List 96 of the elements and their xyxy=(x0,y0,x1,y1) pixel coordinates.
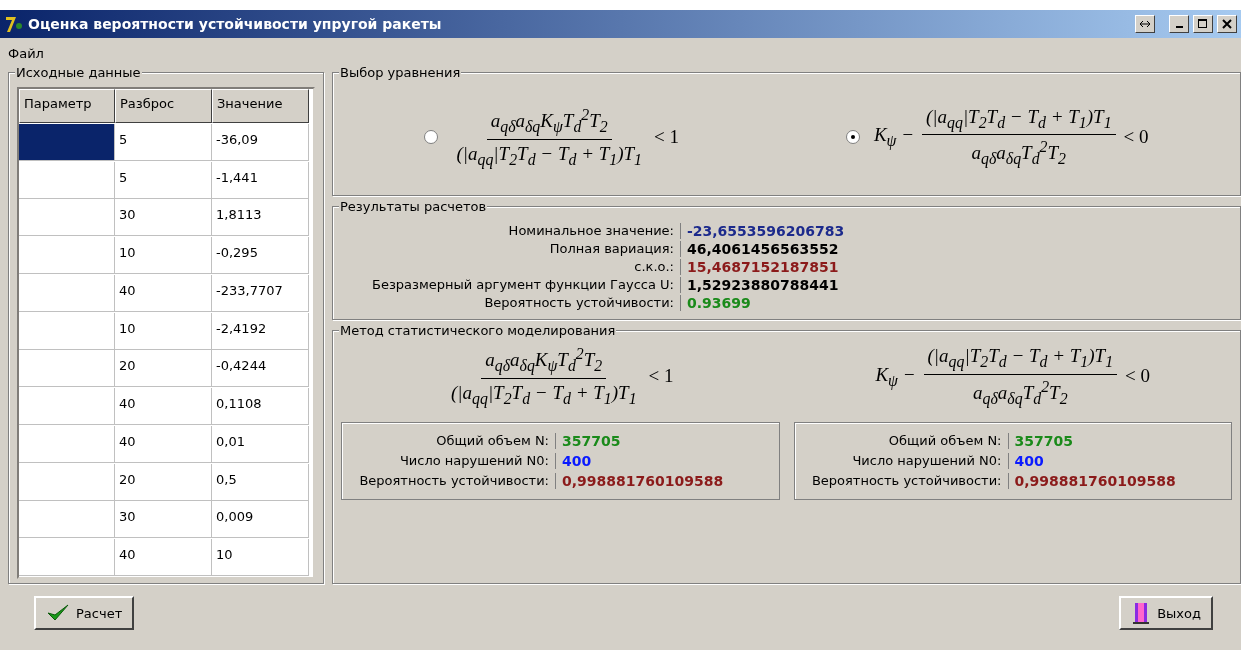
radio-button[interactable] xyxy=(424,130,439,144)
table-cell: 1,8113 xyxy=(212,199,309,237)
result-value: 1,52923880788441 xyxy=(686,277,840,293)
result-label: Общий объем N: xyxy=(346,432,556,449)
result-label: Безразмерный аргумент функции Гаусса U: xyxy=(341,277,681,293)
table-cell: 10 xyxy=(212,539,309,577)
result-value: 0,998881760109588 xyxy=(561,472,725,489)
formula-denominator: a$_{qδ}$a$_{δq}$T$_{d}$$^{2}$T$_{2}$ xyxy=(972,376,1069,408)
table-cell: 0,01 xyxy=(212,425,309,463)
minimize-icon xyxy=(1175,26,1183,28)
column-header[interactable]: Параметр xyxy=(19,89,115,123)
table-cell[interactable] xyxy=(19,274,115,312)
table-cell[interactable] xyxy=(19,539,115,577)
formula-relation: < 0 xyxy=(1125,365,1151,388)
table-cell[interactable] xyxy=(19,425,115,463)
formula-relation: < 1 xyxy=(654,126,679,148)
result-label: с.к.о.: xyxy=(341,259,681,275)
formula-numerator: (|a$_{qq}$|T$_{2}$T$_{d}$ − T$_{d}$ + T$_{1}$)T$_{1}$ xyxy=(923,345,1118,375)
table-cell: 40 xyxy=(115,388,212,426)
result-label: Полная вариация: xyxy=(341,241,681,257)
door-icon xyxy=(1131,601,1152,625)
maximize-icon xyxy=(1198,19,1208,29)
table-cell: 5 xyxy=(115,161,212,199)
table-cell: -0,295 xyxy=(212,237,309,275)
formula-numerator: a$_{qδ}$a$_{δq}$K$_{ψ}$T$_{d}$$^{2}$T$_{2}$ xyxy=(481,345,607,380)
table-cell: 0,1108 xyxy=(212,388,309,426)
table-cell: -2,4192 xyxy=(212,312,309,350)
group-title: Метод статистического моделирования xyxy=(339,323,617,338)
group-title: Результаты расчетов xyxy=(339,199,488,214)
table-cell[interactable] xyxy=(19,237,115,275)
table-cell: -1,441 xyxy=(212,161,309,199)
minimize-button[interactable] xyxy=(1169,15,1189,33)
table-cell: -233,7707 xyxy=(212,274,309,312)
result-label: Вероятность устойчивости: xyxy=(346,472,556,489)
column-header[interactable]: Значение xyxy=(212,89,309,123)
app-icon xyxy=(4,14,24,34)
table-cell: 40 xyxy=(115,425,212,463)
formula-denominator: (|a$_{qq}$|T$_{2}$T$_{d}$ − T$_{d}$ + T$_{1}$)T$_{1}$ xyxy=(455,141,643,169)
formula-term: K$_{ψ}$ − xyxy=(873,124,914,150)
table-cell: -36,09 xyxy=(212,123,309,161)
checkmark-icon xyxy=(46,603,70,623)
result-label: Число нарушений N0: xyxy=(798,452,1009,469)
formula-relation: < 1 xyxy=(648,365,674,388)
table-cell: 40 xyxy=(115,274,212,312)
formula-relation: < 0 xyxy=(1123,126,1149,148)
result-value: 357705 xyxy=(561,432,622,449)
close-icon xyxy=(1222,19,1232,29)
calculate-button[interactable]: Расчет xyxy=(34,596,135,630)
table-cell[interactable] xyxy=(19,312,115,350)
result-value: 400 xyxy=(561,452,593,469)
result-label: Вероятность устойчивости: xyxy=(798,472,1009,489)
maximize-button[interactable] xyxy=(1193,15,1213,33)
table-cell[interactable] xyxy=(19,161,115,199)
table-cell[interactable] xyxy=(19,199,115,237)
result-value: 400 xyxy=(1013,452,1045,469)
formula-denominator: (|a$_{qq}$|T$_{2}$T$_{d}$ − T$_{d}$ + T$_{1}$)T$_{1}$ xyxy=(450,381,638,408)
menu-item[interactable]: Файл xyxy=(8,45,44,61)
formula-denominator: a$_{qδ}$a$_{δq}$T$_{d}$$^{2}$T$_{2}$ xyxy=(970,137,1067,169)
result-label: Номинальное значение: xyxy=(341,223,681,239)
close-button[interactable] xyxy=(1217,15,1237,33)
table-cell[interactable] xyxy=(19,463,115,501)
table-cell: 10 xyxy=(115,312,212,350)
table-cell[interactable] xyxy=(19,350,115,388)
table-cell: 30 xyxy=(115,501,212,539)
result-label: Общий объем N: xyxy=(798,432,1009,449)
resize-button[interactable] xyxy=(1135,15,1155,33)
exit-button[interactable]: Выход xyxy=(1119,596,1213,630)
result-value: 357705 xyxy=(1013,432,1074,449)
table-cell[interactable] xyxy=(19,388,115,426)
result-value: 15,4687152187851 xyxy=(686,259,840,275)
table-cell: 0,5 xyxy=(212,463,309,501)
formula-numerator: a$_{qδ}$a$_{δq}$K$_{ψ}$T$_{d}$$^{2}$T$_{2}$ xyxy=(486,105,612,140)
result-value: 46,4061456563552 xyxy=(686,241,840,257)
group-title: Исходные данные xyxy=(15,65,142,80)
result-value: 0.93699 xyxy=(686,295,752,311)
table-cell[interactable] xyxy=(19,123,115,161)
table-cell: 0,009 xyxy=(212,501,309,539)
table-cell: -0,4244 xyxy=(212,350,309,388)
formula-term: K$_{ψ}$ − xyxy=(875,363,916,390)
table-cell: 5 xyxy=(115,123,212,161)
result-value: 0,998881760109588 xyxy=(1013,472,1177,489)
table-cell: 40 xyxy=(115,539,212,577)
double-arrow-icon xyxy=(1139,20,1151,28)
table-cell: 20 xyxy=(115,463,212,501)
table-cell: 20 xyxy=(115,350,212,388)
formula-numerator: (|a$_{qq}$|T$_{2}$T$_{d}$ − T$_{d}$ + T$_{1}$)T$_{1}$ xyxy=(922,105,1116,136)
table-cell: 10 xyxy=(115,237,212,275)
window-title: Оценка вероятности устойчивости упругой ракеты xyxy=(28,16,443,32)
table-cell: 30 xyxy=(115,199,212,237)
result-value: -23,6553596206783 xyxy=(686,223,846,239)
result-label: Вероятность устойчивости: xyxy=(341,295,681,311)
column-header[interactable]: Разброс xyxy=(115,89,212,123)
radio-button[interactable] xyxy=(845,130,860,144)
result-label: Число нарушений N0: xyxy=(346,452,556,469)
group-title: Выбор уравнения xyxy=(339,65,462,80)
table-cell[interactable] xyxy=(19,501,115,539)
